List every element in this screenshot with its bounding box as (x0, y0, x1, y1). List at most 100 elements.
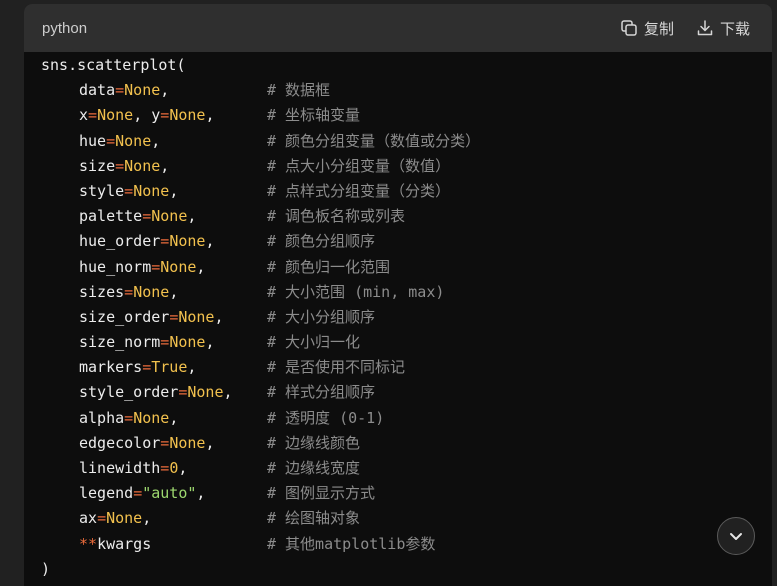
code-param-name: x (79, 106, 89, 125)
code-comment: # 点大小分组变量（数值） (267, 156, 451, 175)
code-comment: # 大小归一化 (267, 333, 361, 352)
code-line-param: sizes=None, # 大小范围 (min, max) (41, 280, 772, 305)
code-param-value: 0 (169, 459, 179, 477)
code-param-name: hue_order (79, 232, 161, 251)
code-parameters: data=None, # 数据框 x=None, y=None, # 坐标轴变量 hue… (41, 78, 772, 557)
code-punctuation: , (160, 81, 170, 100)
copy-icon (620, 19, 638, 37)
code-operator: = (160, 232, 170, 251)
code-param-value: "auto" (142, 484, 197, 503)
code-block: python 复制 下载 sns.scatterplot(data=None,… (24, 4, 772, 586)
code-param-name: markers (79, 358, 143, 377)
code-line-param: hue=None, # 颜色分组变量（数值或分类） (41, 129, 772, 154)
chat-background: python 复制 下载 sns.scatterplot(data=None,… (0, 0, 777, 586)
code-param-name: hue_norm (79, 257, 152, 276)
code-punctuation: , (169, 181, 179, 200)
code-operator: = (151, 257, 161, 276)
code-punctuation: , (223, 383, 233, 402)
code-operator: = (115, 156, 125, 175)
code-comment: # 坐标轴变量 (267, 106, 361, 125)
code-param-name: alpha (79, 408, 125, 427)
code-operator: = (142, 358, 152, 377)
code-line-param: linewidth=0, # 边缘线宽度 (41, 456, 772, 481)
code-param-value: True (151, 358, 188, 377)
code-punctuation: , (133, 106, 152, 125)
code-punctuation: , (169, 408, 179, 427)
code-punctuation: , (142, 509, 152, 528)
code-punctuation: , (187, 207, 197, 226)
code-param-name: linewidth (79, 459, 161, 477)
code-line-param: legend="auto", # 图例显示方式 (41, 481, 772, 506)
code-param-name: palette (79, 207, 143, 226)
code-param-value: None (115, 131, 152, 150)
code-param-value: None (151, 207, 188, 226)
code-comment: # 颜色分组顺序 (267, 232, 376, 251)
code-param-value: None (187, 383, 224, 402)
code-operator: = (124, 181, 134, 200)
code-operator: = (169, 307, 179, 326)
code-punctuation: , (205, 232, 215, 251)
code-param-value: None (133, 408, 170, 427)
code-param-name: edgecolor (79, 433, 161, 452)
code-block-header: python 复制 下载 (24, 4, 772, 52)
code-operator: ** (79, 534, 98, 553)
code-operator: = (124, 282, 134, 301)
code-line-closing: ) (41, 557, 772, 582)
code-param-value: None (169, 333, 206, 352)
code-param-name: style (79, 181, 125, 200)
language-label: python (42, 19, 88, 37)
code-comment: # 透明度 (0-1) (267, 408, 385, 427)
code-param-name: sizes (79, 282, 125, 301)
code-param-value: None (133, 282, 170, 301)
code-param-value: None (169, 232, 206, 251)
code-param-name: style_order (79, 383, 179, 402)
scroll-to-bottom-button[interactable] (717, 517, 755, 555)
code-line-param: markers=True, # 是否使用不同标记 (41, 355, 772, 380)
code-line-param: palette=None, # 调色板名称或列表 (41, 204, 772, 229)
code-operator: = (160, 106, 170, 125)
code-comment: # 调色板名称或列表 (267, 207, 406, 226)
code-punctuation: , (178, 459, 188, 477)
code-param-value: None (106, 509, 143, 528)
code-punctuation: , (205, 106, 215, 125)
download-icon (696, 19, 714, 37)
code-line-opening: sns.scatterplot( (41, 53, 772, 78)
code-punctuation: , (196, 484, 206, 503)
code-line-param: alpha=None, # 透明度 (0-1) (41, 406, 772, 431)
code-line-param: style=None, # 点样式分组变量（分类） (41, 179, 772, 204)
code-param-name: data (79, 81, 116, 100)
code-comment: # 样式分组顺序 (267, 383, 376, 402)
download-label: 下载 (719, 20, 750, 38)
code-param-name: kwargs (97, 534, 152, 553)
code-comment: # 大小分组顺序 (267, 307, 376, 326)
code-content[interactable]: sns.scatterplot( data=None, # 数据框 x=None, … (24, 52, 772, 586)
chevron-down-icon (727, 527, 745, 545)
code-operator: = (106, 131, 116, 150)
copy-button[interactable]: 复制 (620, 18, 674, 39)
code-param-name: size_order (79, 307, 170, 326)
code-line-param: data=None, # 数据框 (41, 78, 772, 103)
code-param-name: legend (79, 484, 134, 503)
code-punctuation: , (160, 156, 170, 175)
code-comment: # 边缘线宽度 (267, 459, 361, 477)
download-button[interactable]: 下载 (696, 18, 750, 39)
code-punctuation: , (205, 433, 215, 452)
code-actions: 复制 下载 (620, 18, 750, 39)
code-line-param: size_norm=None, # 大小归一化 (41, 330, 772, 355)
code-param-value: None (169, 106, 206, 125)
code-punctuation: , (214, 307, 224, 326)
code-operator: = (124, 408, 134, 427)
code-line-param: x=None, y=None, # 坐标轴变量 (41, 103, 772, 128)
code-operator: = (97, 509, 107, 528)
code-operator: = (160, 459, 170, 477)
code-closing-paren: ) (41, 559, 51, 578)
code-line-param: ax=None, # 绘图轴对象 (41, 506, 772, 531)
code-operator: = (115, 81, 125, 100)
code-comment: # 是否使用不同标记 (267, 358, 406, 377)
code-comment: # 边缘线颜色 (267, 433, 361, 452)
code-comment: # 颜色归一化范围 (267, 257, 391, 276)
code-comment: # 颜色分组变量（数值或分类） (267, 131, 481, 150)
code-line-param: size_order=None, # 大小分组顺序 (41, 305, 772, 330)
code-param-value: None (169, 433, 206, 452)
code-comment: # 数据框 (267, 81, 331, 100)
